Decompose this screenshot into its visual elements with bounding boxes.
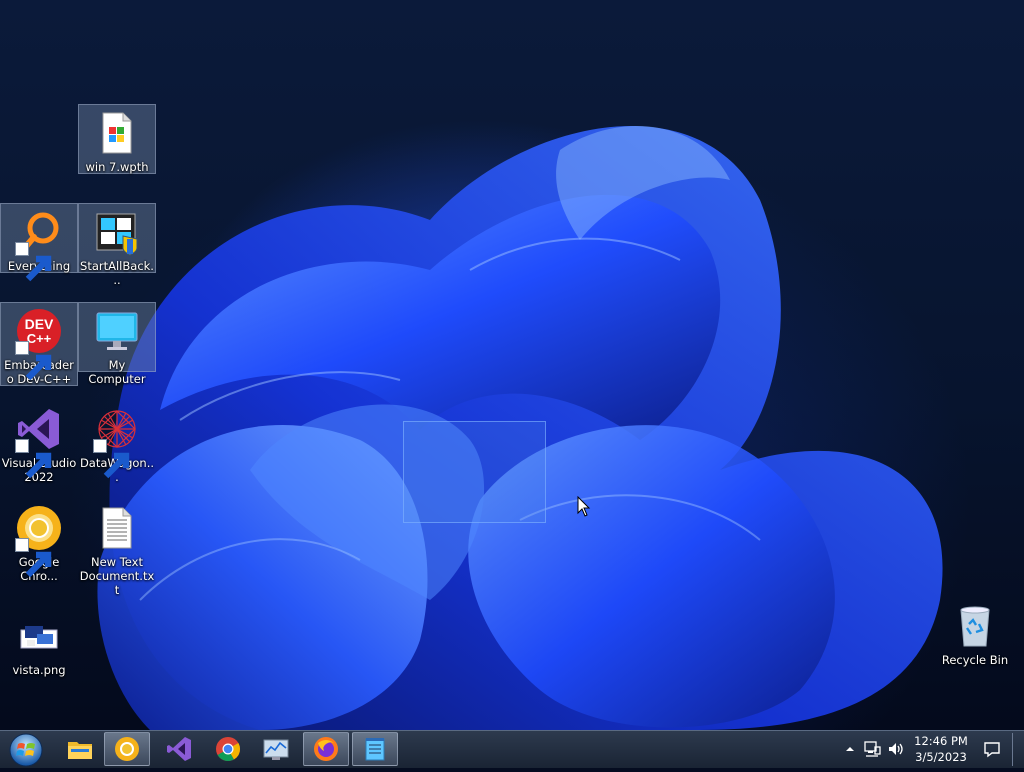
desktop-icon-label: New Text Document.txt (79, 555, 155, 597)
image-file-icon (15, 612, 63, 660)
recycle-bin-icon (951, 602, 999, 650)
text-file-icon (93, 504, 141, 552)
clock-time: 12:46 PM (914, 734, 968, 748)
visual-studio-icon (167, 737, 191, 761)
startallback-icon (93, 208, 141, 256)
desktop-icon-visual-studio-2022[interactable]: Visual Studio 2022 (0, 401, 78, 485)
taskbar-notepad[interactable] (352, 732, 398, 766)
desktop-icon-google-chrome[interactable]: Google Chro... (0, 500, 78, 584)
desktop-icon-label: StartAllBack... (80, 259, 154, 287)
clock-date: 3/5/2023 (915, 750, 967, 764)
windows-orb-icon (9, 733, 43, 767)
action-center-button[interactable] (982, 739, 1002, 759)
shortcut-arrow-icon (15, 439, 52, 479)
chrome-canary-icon (115, 737, 139, 761)
desktop-icon-label: Recycle Bin (941, 653, 1009, 667)
taskbar-chrome[interactable] (205, 732, 251, 766)
volume-icon (889, 743, 903, 755)
desktop-icon-win7-wpth[interactable]: win 7.wpth (78, 104, 156, 174)
shortcut-arrow-icon (15, 341, 52, 381)
taskbar-file-explorer[interactable] (57, 732, 103, 766)
monitor-icon (93, 307, 141, 355)
tray-volume[interactable] (886, 739, 906, 759)
desktop-icon-label: win 7.wpth (85, 160, 149, 174)
desktop-icon-label: My Computer (88, 358, 146, 386)
folder-icon (68, 742, 92, 759)
desktop-icon-everything[interactable]: Everything (0, 203, 78, 282)
taskbar: 12:46 PM 3/5/2023 (0, 730, 1024, 768)
visual-studio-icon (15, 405, 63, 479)
taskbar-clock[interactable]: 12:46 PM 3/5/2023 (908, 733, 974, 767)
desktop-icon-new-text-document[interactable]: New Text Document.txt (78, 500, 156, 597)
desktop-icon-vista-png[interactable]: vista.png (0, 608, 78, 678)
shortcut-arrow-icon (15, 242, 52, 282)
network-icon (864, 741, 881, 757)
taskbar-resource-monitor[interactable] (253, 732, 299, 766)
monitor-graph-icon (263, 739, 289, 760)
taskbar-chrome-canary[interactable] (104, 732, 150, 766)
desktop-icon-label: vista.png (12, 663, 66, 677)
chevron-up-icon (846, 747, 854, 751)
shortcut-arrow-icon (15, 538, 52, 578)
chrome-icon (216, 737, 240, 762)
desktop-icon-my-computer[interactable]: My Computer (78, 302, 156, 386)
desktop-icon-recycle-bin[interactable]: Recycle Bin (936, 598, 1014, 668)
desktop-icon-startallback[interactable]: StartAllBack... (78, 203, 156, 287)
start-button[interactable] (6, 732, 46, 768)
notepad-icon (365, 738, 385, 761)
dev-cpp-icon: DEV C++ (15, 307, 63, 381)
tray-network[interactable] (862, 739, 882, 759)
taskbar-visual-studio[interactable] (156, 732, 202, 766)
document-icon (93, 109, 141, 157)
magnifier-search-icon (15, 208, 63, 282)
desktop-icon-dev-cpp[interactable]: DEV C++ Embarcadero Dev-C++ (0, 302, 78, 386)
chrome-canary-icon (15, 504, 63, 578)
desktop[interactable]: win 7.wpth Everything StartAllBack... DE… (0, 0, 1024, 730)
show-desktop-button[interactable] (1012, 733, 1023, 766)
action-center-icon (984, 742, 1000, 758)
dev-icon-top-text: DEV (25, 316, 54, 332)
selection-rectangle (403, 421, 546, 523)
firefox-icon (314, 737, 338, 761)
mouse-pointer-icon (577, 496, 591, 517)
taskbar-firefox[interactable] (303, 732, 349, 766)
desktop-icon-datawagon[interactable]: DataWagon... (78, 401, 156, 484)
datawagon-icon (93, 405, 141, 479)
tray-show-hidden[interactable] (840, 739, 860, 759)
shortcut-arrow-icon (93, 439, 130, 479)
